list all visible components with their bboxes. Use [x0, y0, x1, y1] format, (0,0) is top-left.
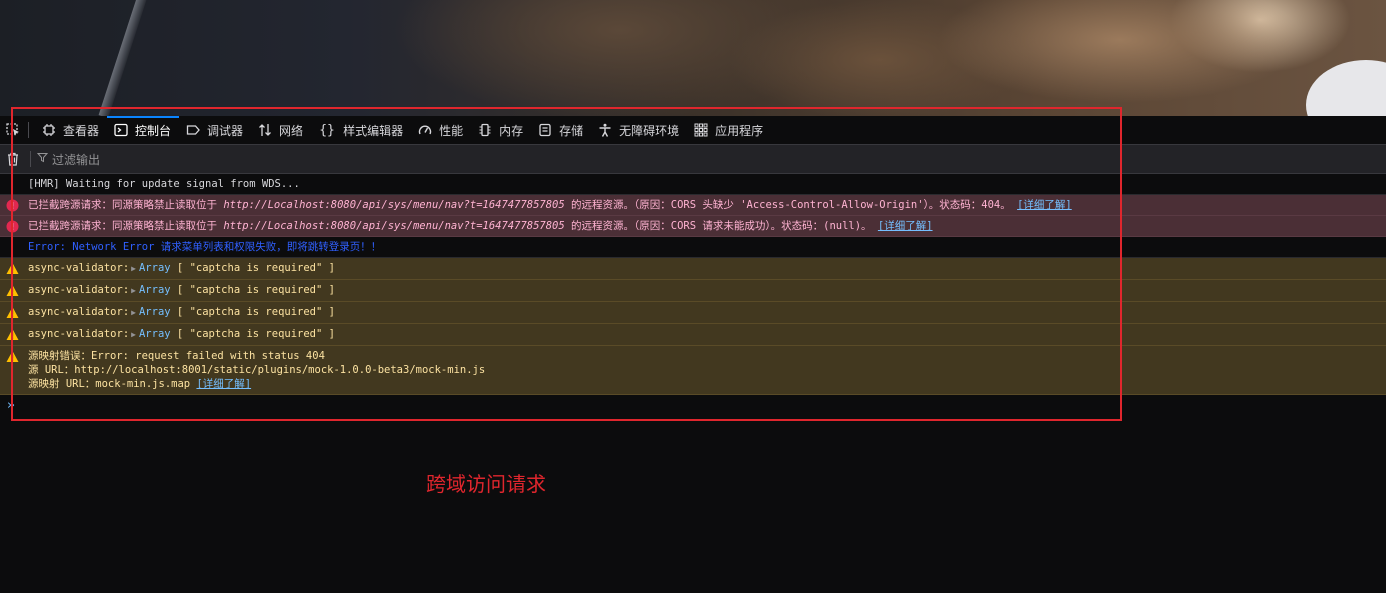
background-photo — [0, 0, 1386, 116]
annotation-highlight-box — [11, 107, 1122, 421]
photo-pen — [98, 0, 152, 116]
annotation-caption: 跨域访问请求 — [426, 472, 546, 496]
photo-cup — [1306, 60, 1386, 116]
